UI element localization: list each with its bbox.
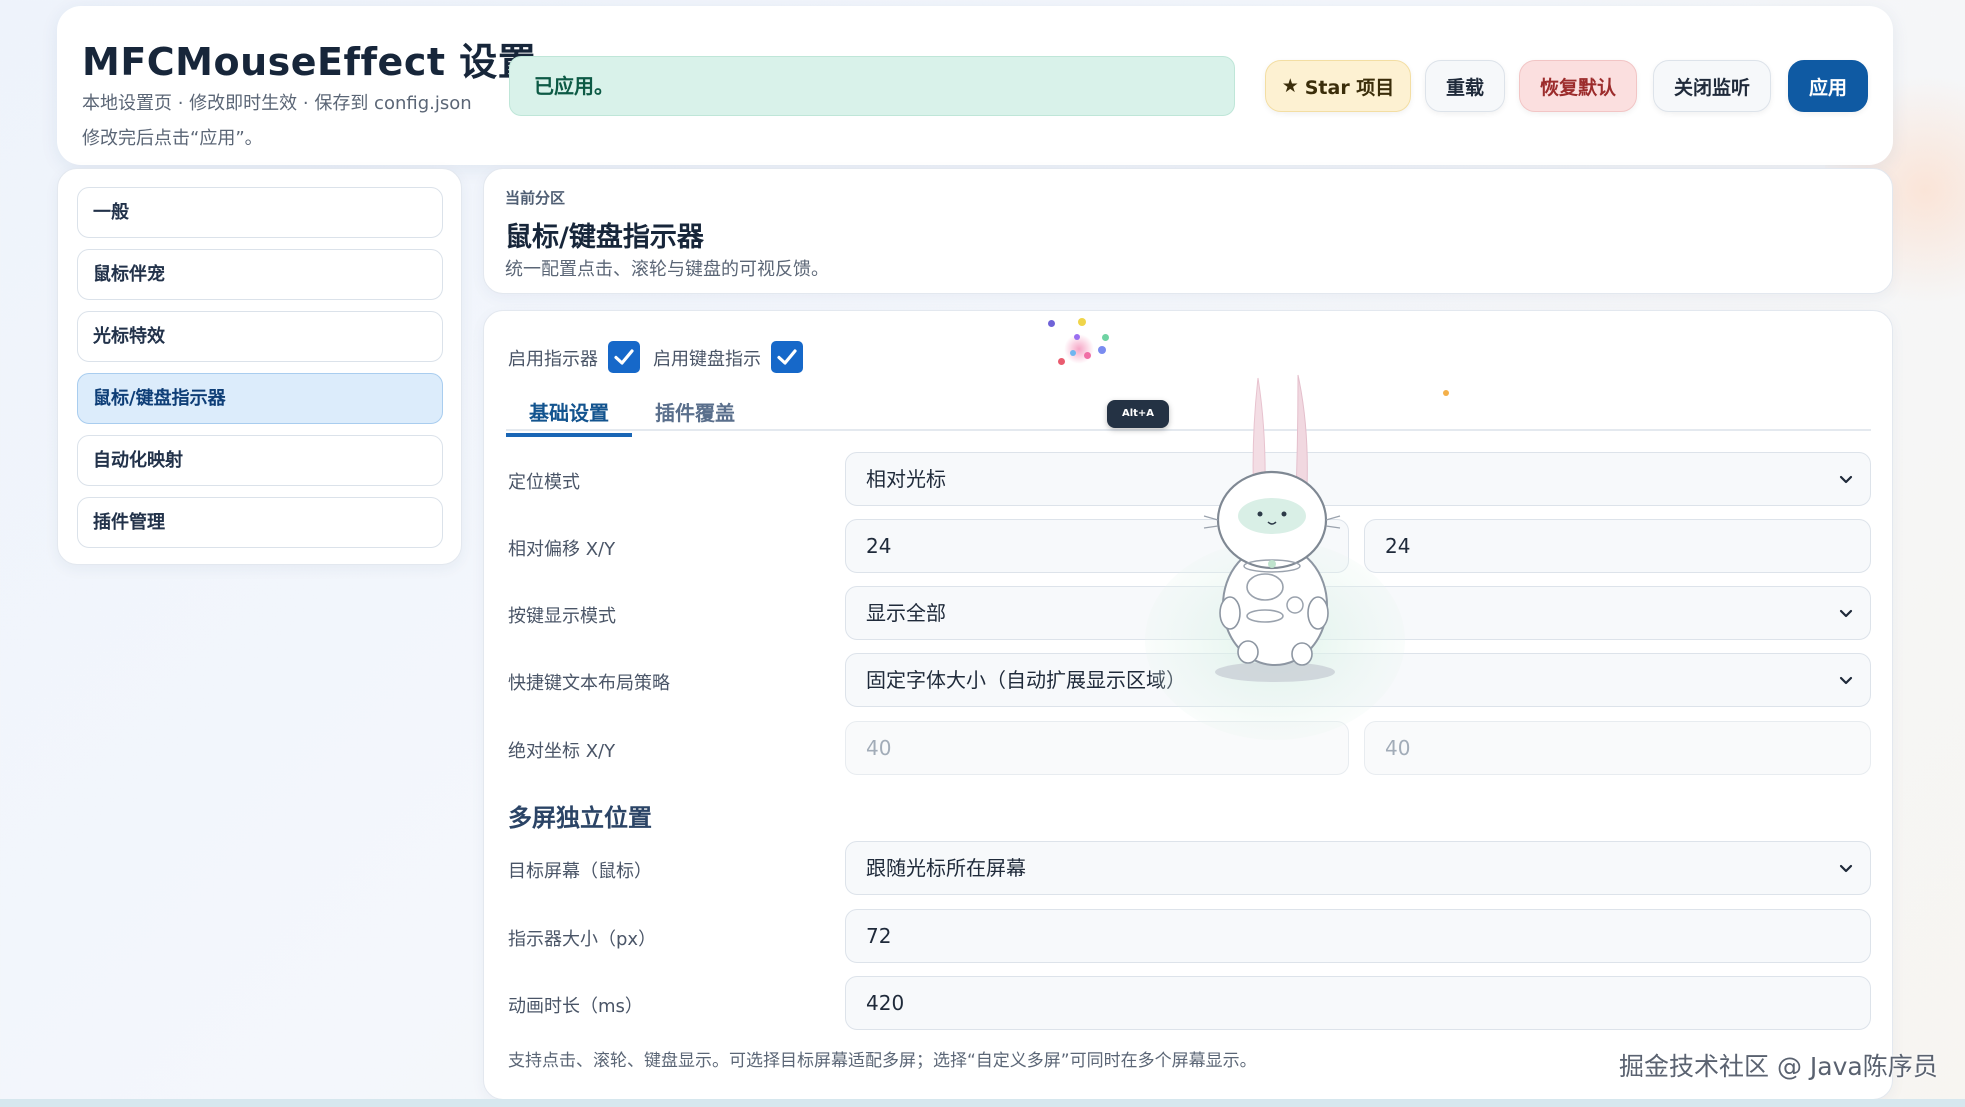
relative-offset-y-input[interactable]: 24 xyxy=(1364,519,1871,573)
absolute-coords-label: 绝对坐标 X/Y xyxy=(508,741,616,762)
position-mode-value: 相对光标 xyxy=(866,467,946,491)
star-button-label: Star 项目 xyxy=(1304,76,1395,99)
check-icon xyxy=(777,349,797,365)
key-display-mode-label: 按键显示模式 xyxy=(508,606,616,627)
sidebar-item-plugins[interactable]: 插件管理 xyxy=(77,497,443,548)
bottom-scrollbar-track xyxy=(0,1099,1965,1107)
status-message: 已应用。 xyxy=(509,56,1235,116)
sidebar-nav: 一般 鼠标伴宠 光标特效 鼠标/键盘指示器 自动化映射 插件管理 xyxy=(57,168,462,565)
key-display-mode-value: 显示全部 xyxy=(866,601,946,625)
chevron-down-icon xyxy=(1839,609,1853,618)
app-subtitle: 本地设置页 · 修改即时生效 · 保存到 config.json xyxy=(82,93,472,114)
animation-duration-input[interactable]: 420 xyxy=(845,976,1871,1030)
indicator-toggle-label: 启用指示器 xyxy=(508,349,598,370)
indicator-size-input[interactable]: 72 xyxy=(845,909,1871,963)
check-icon xyxy=(614,349,634,365)
apply-hint: 修改完后点击“应用”。 xyxy=(82,128,263,149)
app-title: MFCMouseEffect 设置 xyxy=(82,40,537,84)
star-icon: ★ xyxy=(1281,75,1299,97)
shortcut-layout-label: 快捷键文本布局策略 xyxy=(508,673,670,694)
section-header: 当前分区 鼠标/键盘指示器 统一配置点击、滚轮与键盘的可视反馈。 xyxy=(483,168,1893,294)
keyboard-toggle: 启用键盘指示 xyxy=(653,341,803,373)
multiscreen-heading: 多屏独立位置 xyxy=(508,804,652,832)
position-mode-label: 定位模式 xyxy=(508,472,580,493)
indicator-size-label: 指示器大小（px） xyxy=(508,929,657,950)
indicator-checkbox[interactable] xyxy=(608,341,640,373)
click-effect-sparkle xyxy=(1040,312,1120,382)
sidebar-item-cursor-effects[interactable]: 光标特效 xyxy=(77,311,443,362)
app-header: MFCMouseEffect 设置 本地设置页 · 修改即时生效 · 保存到 c… xyxy=(57,6,1893,165)
reset-defaults-button[interactable]: 恢复默认 xyxy=(1519,60,1637,112)
keyboard-toggle-label: 启用键盘指示 xyxy=(653,349,761,370)
section-description: 统一配置点击、滚轮与键盘的可视反馈。 xyxy=(505,259,829,280)
section-kicker: 当前分区 xyxy=(505,189,566,207)
keyboard-checkbox[interactable] xyxy=(771,341,803,373)
reload-button[interactable]: 重载 xyxy=(1425,60,1505,112)
section-title: 鼠标/键盘指示器 xyxy=(505,222,704,253)
chevron-down-icon xyxy=(1839,475,1853,484)
relative-offset-label: 相对偏移 X/Y xyxy=(508,539,616,560)
footer-note: 支持点击、滚轮、键盘显示。可选择目标屏幕适配多屏；选择“自定义多屏”可同时在多个… xyxy=(508,1051,1257,1071)
bunny-mascot-image xyxy=(1145,374,1405,740)
sidebar-item-pet[interactable]: 鼠标伴宠 xyxy=(77,249,443,300)
animation-duration-label: 动画时长（ms） xyxy=(508,996,643,1017)
apply-button[interactable]: 应用 xyxy=(1788,60,1868,112)
chevron-down-icon xyxy=(1839,864,1853,873)
sidebar-item-indicator[interactable]: 鼠标/键盘指示器 xyxy=(77,373,443,424)
shortcut-layout-value: 固定字体大小（自动扩展显示区域） xyxy=(866,668,1186,692)
absolute-y-input[interactable]: 40 xyxy=(1364,721,1871,775)
star-project-button[interactable]: ★ Star 项目 xyxy=(1265,60,1411,112)
sparkle-dot xyxy=(1443,390,1449,396)
chevron-down-icon xyxy=(1839,676,1853,685)
watermark-text: 掘金技术社区 @ Java陈序员 xyxy=(1619,1052,1938,1081)
target-screen-select[interactable]: 跟随光标所在屏幕 xyxy=(845,841,1871,895)
sidebar-item-general[interactable]: 一般 xyxy=(77,187,443,238)
indicator-toggle: 启用指示器 xyxy=(508,341,640,373)
target-screen-label: 目标屏幕（鼠标） xyxy=(508,861,652,882)
close-monitor-button[interactable]: 关闭监听 xyxy=(1653,60,1771,112)
sidebar-item-automation[interactable]: 自动化映射 xyxy=(77,435,443,486)
target-screen-value: 跟随光标所在屏幕 xyxy=(866,856,1026,880)
